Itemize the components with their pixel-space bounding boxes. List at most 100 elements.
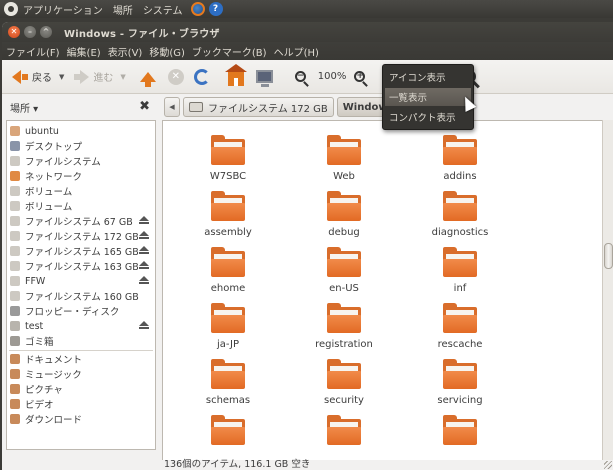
back-button[interactable]: 戻る ▼: [12, 65, 64, 89]
view-mode-list[interactable]: 一覧表示: [385, 88, 471, 106]
home-button[interactable]: [224, 63, 247, 89]
panel-menu-applications[interactable]: アプリケーション: [23, 2, 103, 17]
zoom-in-button[interactable]: +: [354, 65, 366, 89]
sidebar-item[interactable]: ビデオ: [7, 397, 155, 411]
folder-item[interactable]: rescache: [415, 303, 505, 359]
sidebar-item[interactable]: ドキュメント: [7, 352, 155, 366]
sidebar-item-label: ファイルシステム 172 GB: [25, 232, 139, 243]
folder-icon: [211, 303, 245, 333]
zoom-level[interactable]: 100%: [318, 65, 347, 89]
sidebar-item-label: ボリューム: [25, 187, 73, 198]
folder-item[interactable]: Web: [299, 135, 389, 191]
folder-label: inf: [453, 283, 467, 294]
menu-edit[interactable]: 編集(E): [67, 44, 101, 59]
computer-button[interactable]: [255, 65, 273, 89]
sidebar-close-icon[interactable]: ✖: [139, 99, 150, 114]
folder-item[interactable]: debug: [299, 191, 389, 247]
sidebar-item[interactable]: ubuntu: [7, 124, 155, 138]
folder-front: [327, 147, 361, 165]
sidebar-item[interactable]: ピクチャ: [7, 382, 155, 396]
panel-menu-system[interactable]: システム: [143, 2, 183, 17]
menu-go[interactable]: 移動(G): [149, 44, 185, 59]
folder-item[interactable]: ja-JP: [183, 303, 273, 359]
sidebar-item[interactable]: フロッピー・ディスク: [7, 304, 155, 318]
sidebar-item[interactable]: ファイルシステム 163 GB: [7, 259, 155, 273]
menu-help[interactable]: ヘルプ(H): [274, 44, 319, 59]
folder-item[interactable]: registration: [299, 303, 389, 359]
folder-item[interactable]: [299, 415, 389, 460]
folder-front: [443, 259, 477, 277]
folder-item[interactable]: diagnostics: [415, 191, 505, 247]
back-history-dropdown[interactable]: ▼: [59, 73, 64, 81]
folder-item[interactable]: assembly: [183, 191, 273, 247]
vertical-scrollbar[interactable]: [602, 120, 613, 460]
folder-item[interactable]: [415, 415, 505, 460]
title-bar[interactable]: ✕ – ^ Windows - ファイル・ブラウザ: [2, 22, 613, 42]
resize-grip[interactable]: [604, 461, 612, 469]
sidebar-item[interactable]: ファイルシステム 160 GB: [7, 289, 155, 303]
menu-bookmarks[interactable]: ブックマーク(B): [192, 44, 267, 59]
folder-icon: [327, 415, 361, 445]
sidebar-item[interactable]: FFW: [7, 274, 155, 288]
forward-history-dropdown[interactable]: ▼: [120, 73, 125, 81]
panel-menu-places[interactable]: 場所: [113, 2, 133, 17]
folder-item[interactable]: security: [299, 359, 389, 415]
back-arrow-icon: [12, 69, 21, 84]
music-folder-icon: [10, 369, 20, 379]
sidebar-item[interactable]: test: [7, 319, 155, 333]
menu-view[interactable]: 表示(V): [108, 44, 143, 59]
forward-button[interactable]: 進む ▼: [74, 65, 126, 89]
sidebar-item-label: ファイルシステム 163 GB: [25, 262, 139, 273]
sidebar-item[interactable]: ファイルシステム 172 GB: [7, 229, 155, 243]
help-icon[interactable]: ?: [208, 2, 223, 16]
sidebar-item[interactable]: デスクトップ: [7, 139, 155, 153]
path-segment-drive-label: ファイルシステム 172 GB: [208, 103, 328, 115]
sidebar-item[interactable]: ボリューム: [7, 184, 155, 198]
eject-icon[interactable]: [139, 216, 149, 224]
view-mode-compact[interactable]: コンパクト表示: [385, 108, 471, 126]
window-close-button[interactable]: ✕: [8, 26, 20, 38]
sidebar-item[interactable]: ネットワーク: [7, 169, 155, 183]
sidebar-item[interactable]: ファイルシステム 165 GB: [7, 244, 155, 258]
eject-icon[interactable]: [139, 276, 149, 284]
stop-button[interactable]: ✕: [167, 65, 184, 89]
drive-icon: [10, 246, 20, 256]
sidebar-title[interactable]: 場所 ▾: [10, 100, 38, 115]
folder-item[interactable]: addins: [415, 135, 505, 191]
eject-icon[interactable]: [139, 321, 149, 329]
up-button[interactable]: [139, 65, 156, 89]
folder-label: addins: [443, 171, 477, 182]
sidebar-item-label: ファイルシステム 165 GB: [25, 247, 139, 258]
folder-item[interactable]: W7SBC: [183, 135, 273, 191]
path-scroll-left-button[interactable]: ◀: [164, 97, 180, 117]
downloads-folder-icon: [10, 414, 20, 424]
zoom-out-button[interactable]: −: [294, 65, 306, 89]
window-maximize-button[interactable]: ^: [40, 26, 52, 38]
scrollbar-thumb[interactable]: [604, 243, 613, 269]
eject-icon[interactable]: [139, 261, 149, 269]
folder-item[interactable]: inf: [415, 247, 505, 303]
window-minimize-button[interactable]: –: [24, 26, 36, 38]
sidebar-item[interactable]: ファイルシステム: [7, 154, 155, 168]
sidebar-item[interactable]: ダウンロード: [7, 412, 155, 426]
sidebar-item[interactable]: ファイルシステム 67 GB: [7, 214, 155, 228]
sidebar-item-label: デスクトップ: [25, 142, 83, 153]
folder-item[interactable]: schemas: [183, 359, 273, 415]
reload-button[interactable]: [193, 65, 210, 89]
eject-icon[interactable]: [139, 231, 149, 239]
menu-file[interactable]: ファイル(F): [6, 44, 60, 59]
sidebar-item[interactable]: ボリューム: [7, 199, 155, 213]
eject-icon[interactable]: [139, 246, 149, 254]
folder-item[interactable]: [183, 415, 273, 460]
view-mode-icons[interactable]: アイコン表示: [385, 68, 471, 86]
folder-item[interactable]: en-US: [299, 247, 389, 303]
sidebar-item[interactable]: ゴミ箱: [7, 334, 155, 348]
file-view[interactable]: W7SBC Web addins assembly debug diagnostics eh…: [162, 120, 602, 460]
folder-item[interactable]: servicing: [415, 359, 505, 415]
sidebar-item[interactable]: ミュージック: [7, 367, 155, 381]
folder-item[interactable]: ehome: [183, 247, 273, 303]
firefox-icon[interactable]: [190, 2, 205, 16]
ubuntu-logo-icon[interactable]: [4, 2, 18, 16]
documents-folder-icon: [10, 354, 20, 364]
path-segment-drive[interactable]: ファイルシステム 172 GB: [183, 97, 334, 117]
